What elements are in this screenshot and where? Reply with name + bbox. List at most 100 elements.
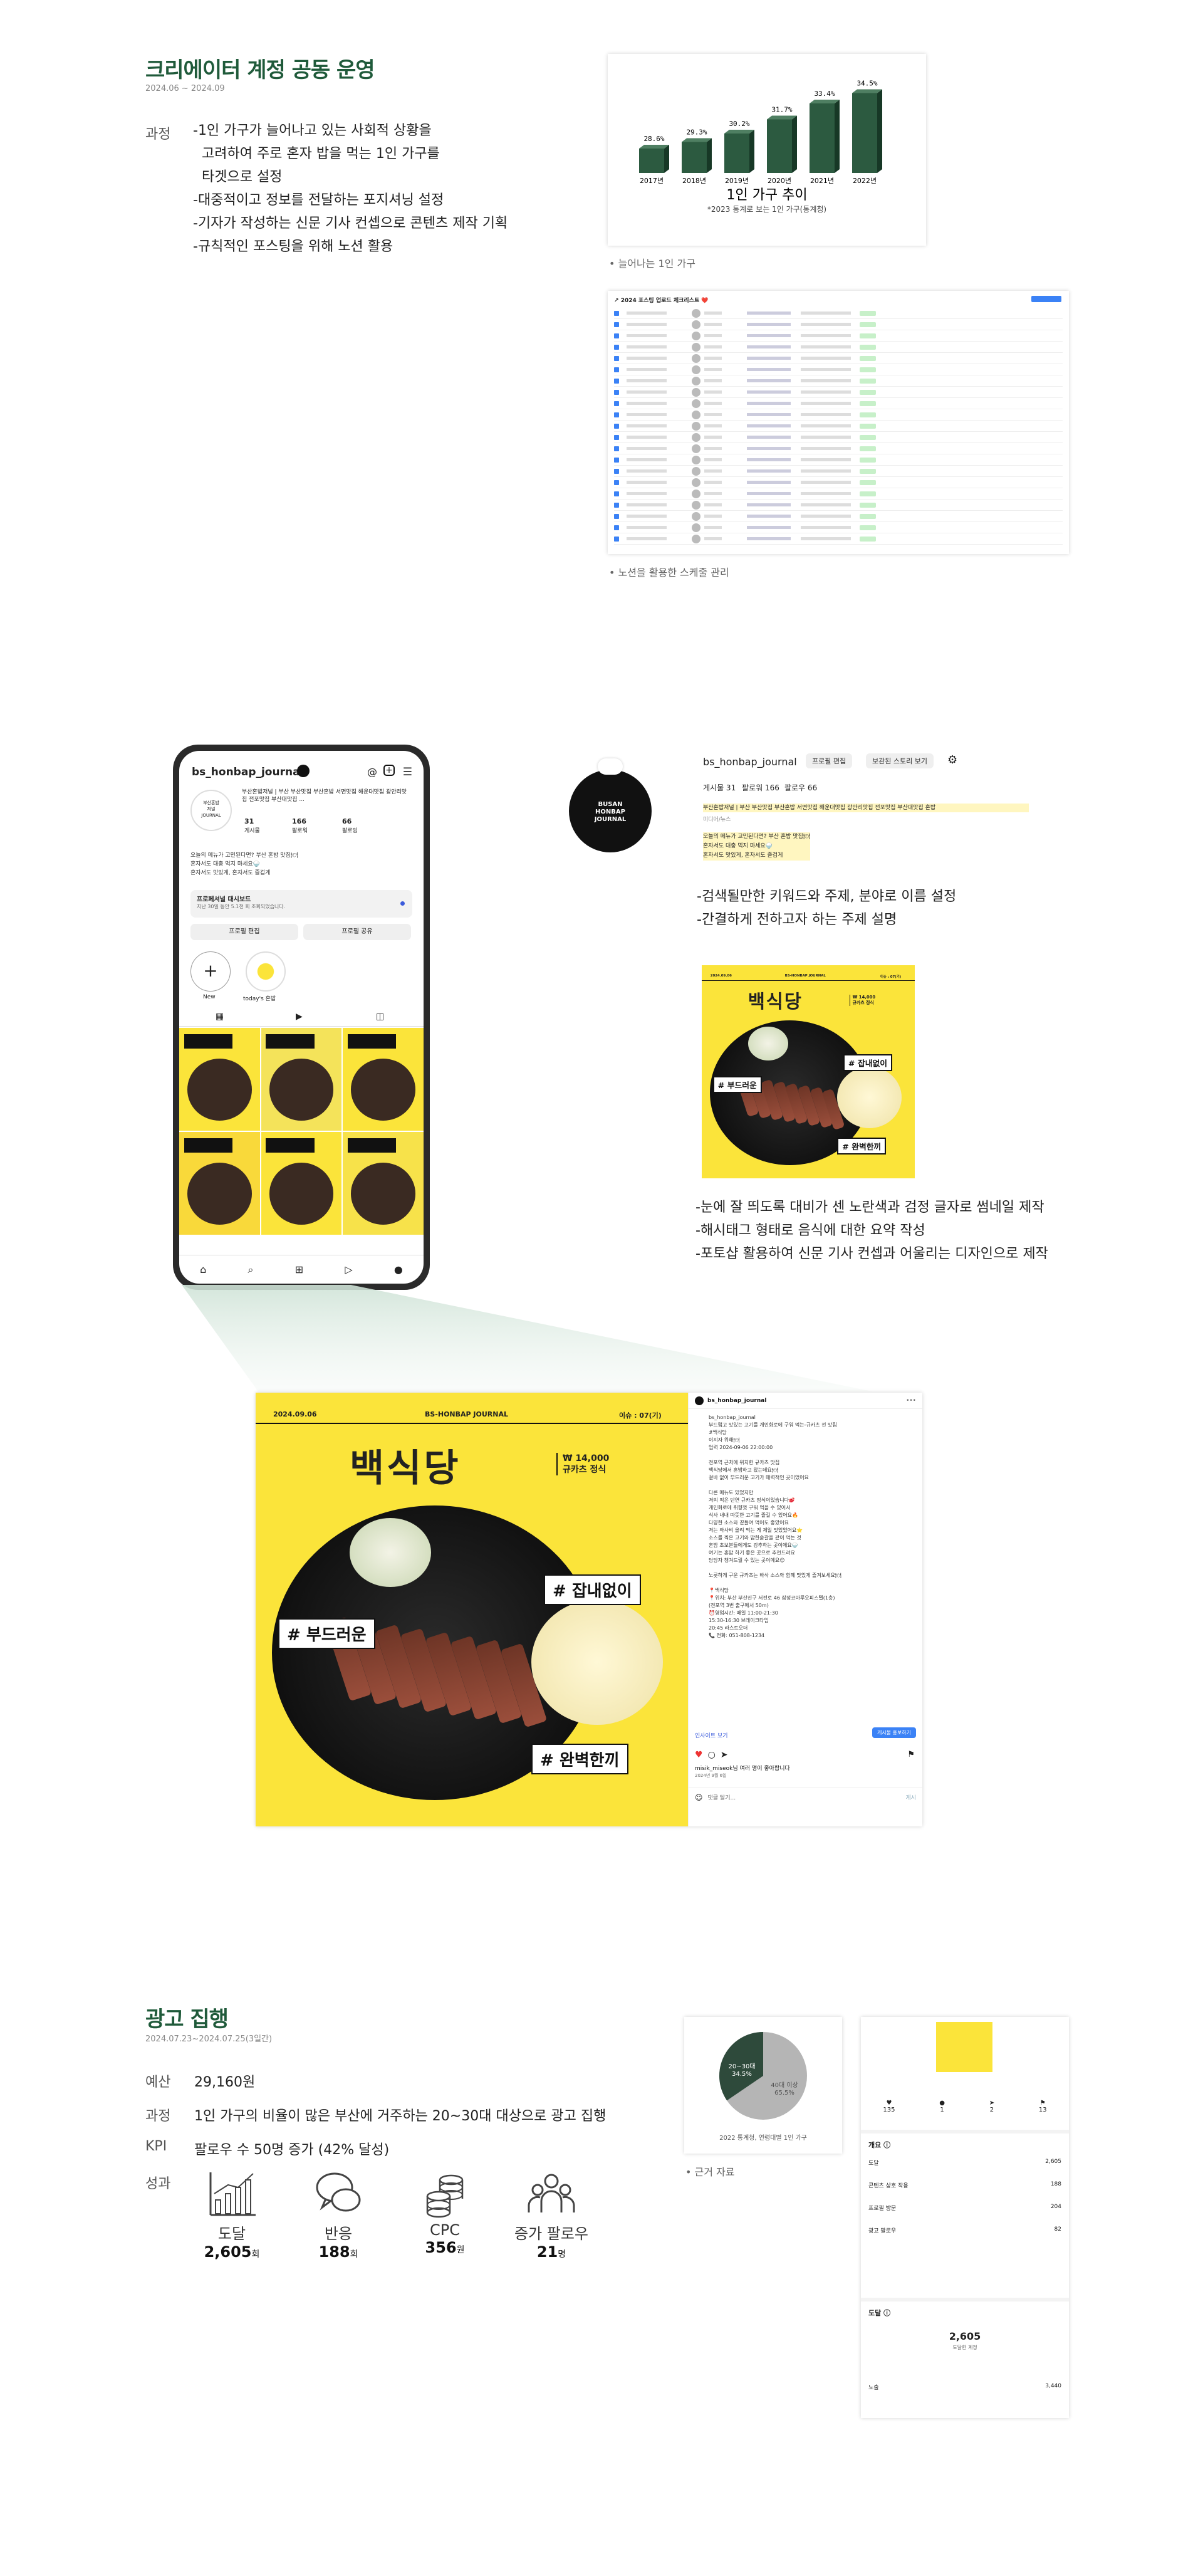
- checkbox-icon[interactable]: [614, 479, 619, 485]
- share-profile-button[interactable]: 프로필 공유: [303, 924, 411, 940]
- checkbox-icon[interactable]: [614, 423, 619, 429]
- followers-count[interactable]: 166: [292, 817, 306, 825]
- note-bubble[interactable]: [598, 758, 623, 775]
- sheet-row[interactable]: [614, 364, 1063, 375]
- checkbox-icon[interactable]: [614, 513, 619, 519]
- profile-icon[interactable]: ●: [394, 1264, 403, 1275]
- sheet-row[interactable]: [614, 454, 1063, 466]
- more-icon[interactable]: •••: [906, 1398, 916, 1404]
- insight-link[interactable]: 인사이트 보기: [695, 1731, 728, 1739]
- sheet-row[interactable]: [614, 409, 1063, 421]
- checkbox-icon[interactable]: [614, 389, 619, 395]
- profile-followers[interactable]: 팔로워 166: [742, 782, 779, 793]
- checkbox-icon[interactable]: [614, 344, 619, 350]
- tagged-tab-icon[interactable]: ◫: [376, 1012, 384, 1022]
- sheet-row[interactable]: [614, 375, 1063, 387]
- stat-2: CPC 356원: [401, 2169, 489, 2256]
- sheet-row[interactable]: [614, 466, 1063, 477]
- sheet-row[interactable]: [614, 500, 1063, 511]
- grid-post-thumbnail[interactable]: [179, 1028, 260, 1131]
- profile-edit-button[interactable]: 프로필 편집: [806, 753, 853, 768]
- sheet-row[interactable]: [614, 330, 1063, 342]
- post-avatar[interactable]: [695, 1396, 704, 1405]
- checkbox-icon[interactable]: [614, 355, 619, 361]
- search-icon[interactable]: ⌕: [248, 1264, 254, 1276]
- connector-shade: [182, 1285, 872, 1391]
- reels-icon[interactable]: ▷: [345, 1264, 352, 1275]
- sheet-row[interactable]: [614, 398, 1063, 409]
- sheet-row[interactable]: [614, 432, 1063, 443]
- boost-post-button[interactable]: 게시물 홍보하기: [872, 1727, 916, 1738]
- bar: [724, 134, 749, 173]
- reels-tab-icon[interactable]: ▶: [296, 1012, 303, 1022]
- sheet-row[interactable]: [614, 342, 1063, 353]
- checkbox-icon[interactable]: [614, 536, 619, 542]
- new-highlight-button[interactable]: +: [190, 951, 231, 992]
- grid-post-thumbnail[interactable]: [343, 1028, 424, 1131]
- posts-label: 게시물: [244, 828, 260, 834]
- grid-post-thumbnail[interactable]: [179, 1132, 260, 1235]
- profile-tabs: ▦ ▶ ◫: [179, 1009, 424, 1027]
- sheet-row[interactable]: [614, 421, 1063, 432]
- instagram-post: 2024.09.06 BS-HONBAP JOURNAL 이슈 : 07(기) 백식당…: [256, 1393, 922, 1826]
- sheet-row[interactable]: [614, 522, 1063, 533]
- checkbox-icon[interactable]: [614, 468, 619, 474]
- sheet-row[interactable]: [614, 353, 1063, 364]
- pro-dashboard[interactable]: 프로페셔널 대시보드 지난 30일 동안 5.1천 회 조회되었습니다.: [190, 890, 412, 918]
- comment-input[interactable]: 댓글 달기...: [708, 1793, 736, 1801]
- menu-icon[interactable]: ☰: [403, 766, 412, 778]
- thumb-issue: 이슈 : 07(기): [880, 975, 902, 979]
- avatar[interactable]: 부산혼밥 저널 JOURNAL: [190, 790, 232, 831]
- sheet-row[interactable]: [614, 533, 1063, 545]
- bar: [639, 149, 664, 173]
- grid-post-thumbnail[interactable]: [261, 1132, 342, 1235]
- status-badge: [860, 513, 876, 519]
- profile-following[interactable]: 팔로우 66: [784, 782, 817, 793]
- checkbox-icon[interactable]: [614, 457, 619, 463]
- sheet-row[interactable]: [614, 443, 1063, 454]
- checkbox-icon[interactable]: [614, 502, 619, 508]
- checkbox-icon[interactable]: [614, 310, 619, 316]
- checkbox-icon[interactable]: [614, 446, 619, 451]
- comment-icon[interactable]: ○: [708, 1750, 716, 1760]
- checkbox-icon[interactable]: [614, 322, 619, 327]
- sheet-row[interactable]: [614, 488, 1063, 500]
- checkbox-icon[interactable]: [614, 434, 619, 440]
- checkbox-icon[interactable]: [614, 491, 619, 496]
- checkbox-icon[interactable]: [614, 333, 619, 338]
- create-icon[interactable]: ⊞: [295, 1264, 303, 1275]
- settings-gear-icon[interactable]: ⚙: [947, 753, 957, 767]
- home-icon[interactable]: ⌂: [200, 1264, 206, 1275]
- sheet-row[interactable]: [614, 511, 1063, 522]
- add-post-icon[interactable]: +: [383, 765, 395, 776]
- phone-username: bs_honbap_journal: [192, 766, 304, 778]
- grid-post-thumbnail[interactable]: [261, 1028, 342, 1131]
- emoji-icon[interactable]: ☺: [695, 1793, 703, 1802]
- highlight-today[interactable]: [246, 951, 286, 992]
- heart-icon[interactable]: ♥: [695, 1750, 703, 1760]
- threads-icon[interactable]: @: [367, 766, 377, 778]
- checkbox-icon[interactable]: [614, 367, 619, 372]
- following-count[interactable]: 66: [342, 817, 352, 825]
- grid-post-thumbnail[interactable]: [343, 1132, 424, 1235]
- checkbox-icon[interactable]: [614, 525, 619, 530]
- checkbox-icon[interactable]: [614, 412, 619, 417]
- sheet-row[interactable]: [614, 387, 1063, 398]
- avatar: [692, 500, 700, 510]
- archive-button[interactable]: 보관된 스토리 보기: [866, 753, 934, 768]
- checkbox-icon[interactable]: [614, 378, 619, 384]
- share-icon[interactable]: ➤: [721, 1750, 728, 1760]
- sheet-row[interactable]: [614, 319, 1063, 330]
- checkbox-icon[interactable]: [614, 401, 619, 406]
- post-username[interactable]: bs_honbap_journal: [707, 1398, 766, 1404]
- grid-tab-icon[interactable]: ▦: [216, 1012, 224, 1022]
- bookmark-icon[interactable]: ⚑: [907, 1750, 915, 1759]
- likes-text[interactable]: misik_miseok님 여러 명이 좋아합니다: [695, 1764, 790, 1772]
- category-label: 2020년: [768, 177, 791, 185]
- post-comment-button[interactable]: 게시: [905, 1793, 916, 1801]
- sheet-row[interactable]: [614, 308, 1063, 319]
- edit-profile-button[interactable]: 프로필 편집: [190, 924, 298, 940]
- bar-2022년: 34.5% 2022년: [852, 80, 882, 185]
- new-button[interactable]: [1031, 296, 1061, 302]
- sheet-row[interactable]: [614, 477, 1063, 488]
